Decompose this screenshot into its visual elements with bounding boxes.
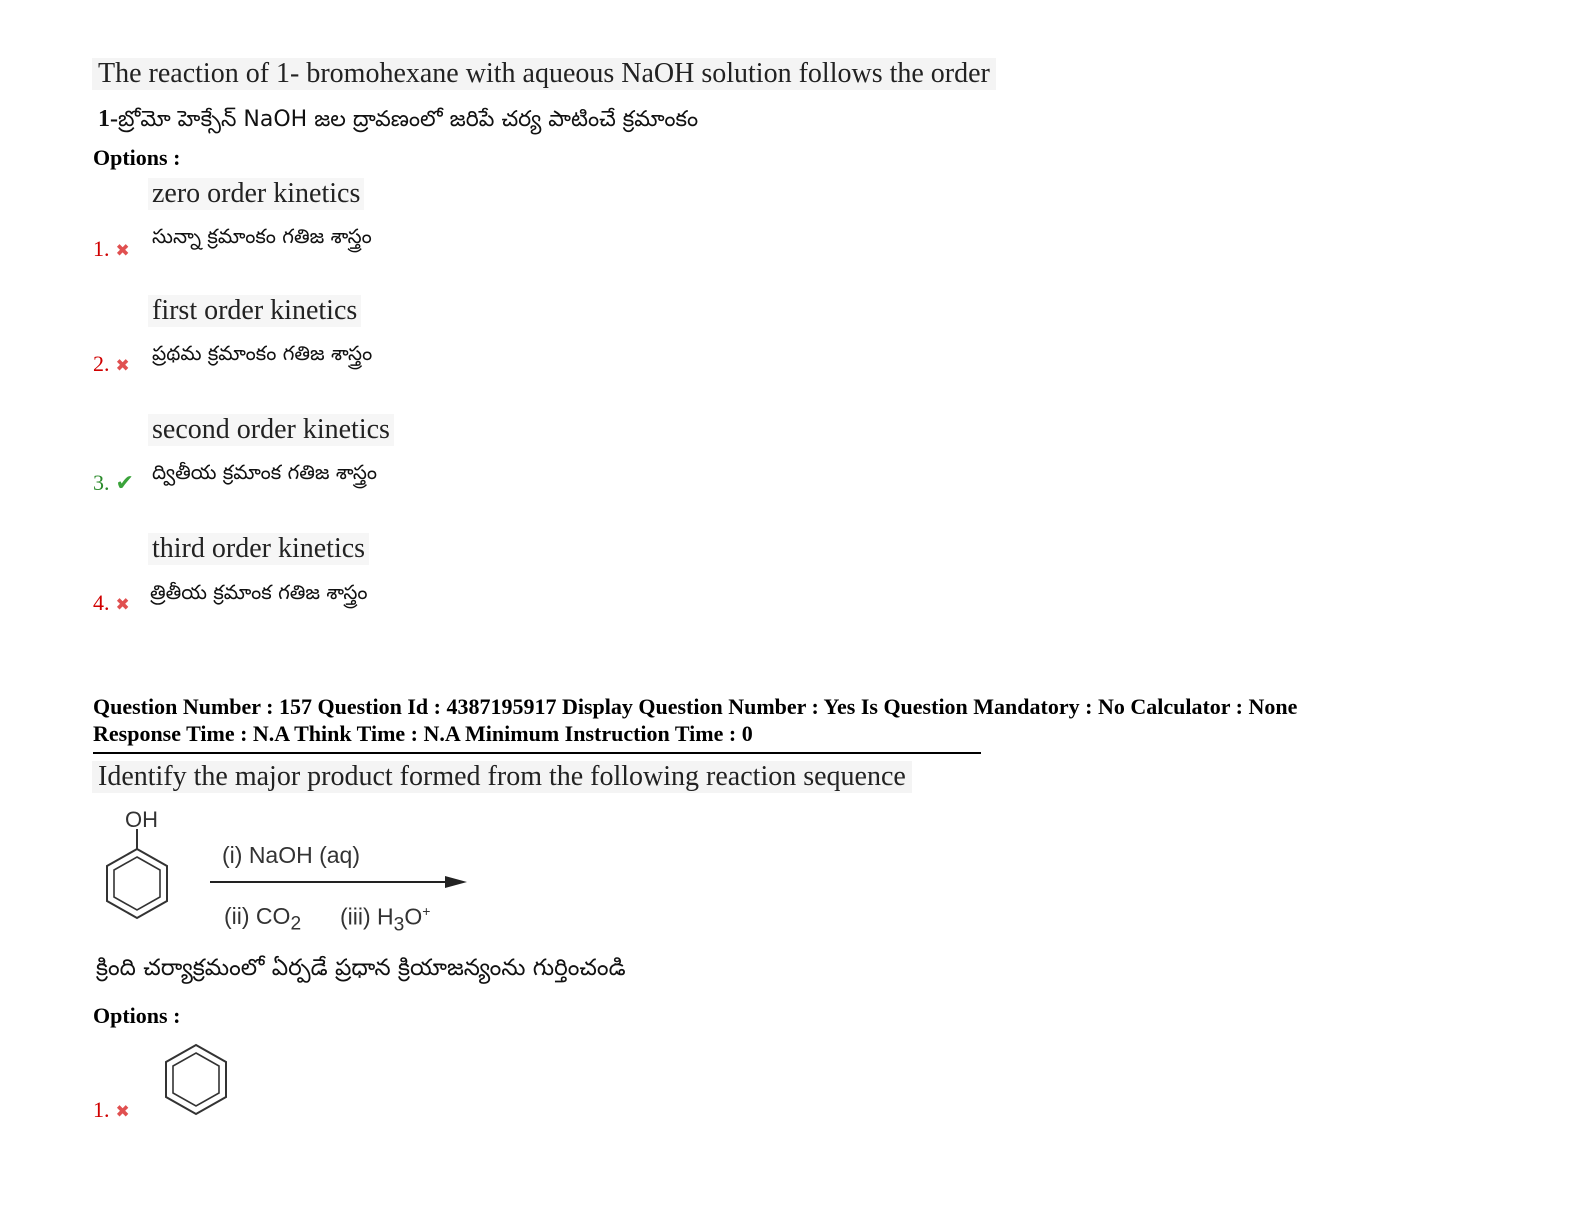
option-3-marker: 3. ✔ [93, 470, 134, 496]
option-1-marker: 1. ✖ [93, 1097, 130, 1123]
option-2-marker: 2. ✖ [93, 351, 130, 377]
wrong-icon: ✖ [115, 595, 130, 615]
question-prefix: 1- [98, 106, 118, 132]
option-1-text-telugu: సున్నా క్రమాంకం గతిజ శాస్త్రం [152, 224, 372, 248]
options-label: Options : [93, 145, 181, 170]
option-1-number: 1. [93, 1097, 110, 1122]
reagent-2: (ii) CO2 [224, 903, 302, 935]
question-meta-line-2: Response Time : N.A Think Time : N.A Min… [93, 721, 753, 746]
option-2-text-english: first order kinetics [148, 295, 362, 327]
question-text-english: Identify the major product formed from t… [92, 761, 912, 793]
question-meta: Question Number : 157 Question Id : 4387… [93, 693, 1513, 747]
wrong-icon: ✖ [115, 1102, 130, 1122]
question-text-telugu: 1-బ్రోమో హెక్సేన్ NaOH జల ద్రావణంలో జరిప… [98, 106, 698, 137]
question-meta-line-1: Question Number : 157 Question Id : 4387… [93, 694, 1298, 719]
option-4-marker: 4. ✖ [93, 590, 130, 616]
options-label: Options : [93, 1003, 181, 1028]
option-4-number: 4. [93, 590, 110, 615]
substituent-label: OH [125, 807, 158, 832]
reaction-scheme: OH (i) NaOH (aq) (ii) CO2 (iii) H3O+ [95, 805, 485, 935]
check-icon: ✔ [115, 471, 134, 496]
option-3-text-english: second order kinetics [148, 414, 394, 446]
option-3-text-telugu: ద్వితీయ క్రమాంక గతిజ శాస్త్రం [152, 460, 378, 484]
wrong-icon: ✖ [115, 241, 130, 261]
question-text-telugu-body: బ్రోమో హెక్సేన్ NaOH జల ద్రావణంలో జరిపే … [118, 107, 699, 132]
reagent-1: (i) NaOH (aq) [222, 842, 361, 868]
wrong-icon: ✖ [115, 356, 130, 376]
option-4-text-telugu: త్రితీయ క్రమాంక గతిజ శాస్త్రం [150, 580, 368, 604]
option-1-marker: 1. ✖ [93, 236, 130, 262]
option-1-number: 1. [93, 236, 110, 261]
option-3-number: 3. [93, 470, 110, 495]
option-1-text-english: zero order kinetics [148, 178, 365, 210]
option-4-text-english: third order kinetics [148, 533, 370, 565]
benzene-structure [165, 1043, 227, 1116]
option-2-number: 2. [93, 351, 110, 376]
divider [93, 752, 981, 754]
reagent-3: (iii) H3O+ [340, 903, 431, 936]
option-2-text-telugu: ప్రథమ క్రమాంకం గతిజ శాస్త్రం [152, 341, 373, 365]
question-text-telugu: క్రింది చర్యాక్రమంలో ఏర్పడే ప్రధాన క్రియ… [96, 955, 626, 981]
question-text-english: The reaction of 1- bromohexane with aque… [92, 58, 996, 90]
